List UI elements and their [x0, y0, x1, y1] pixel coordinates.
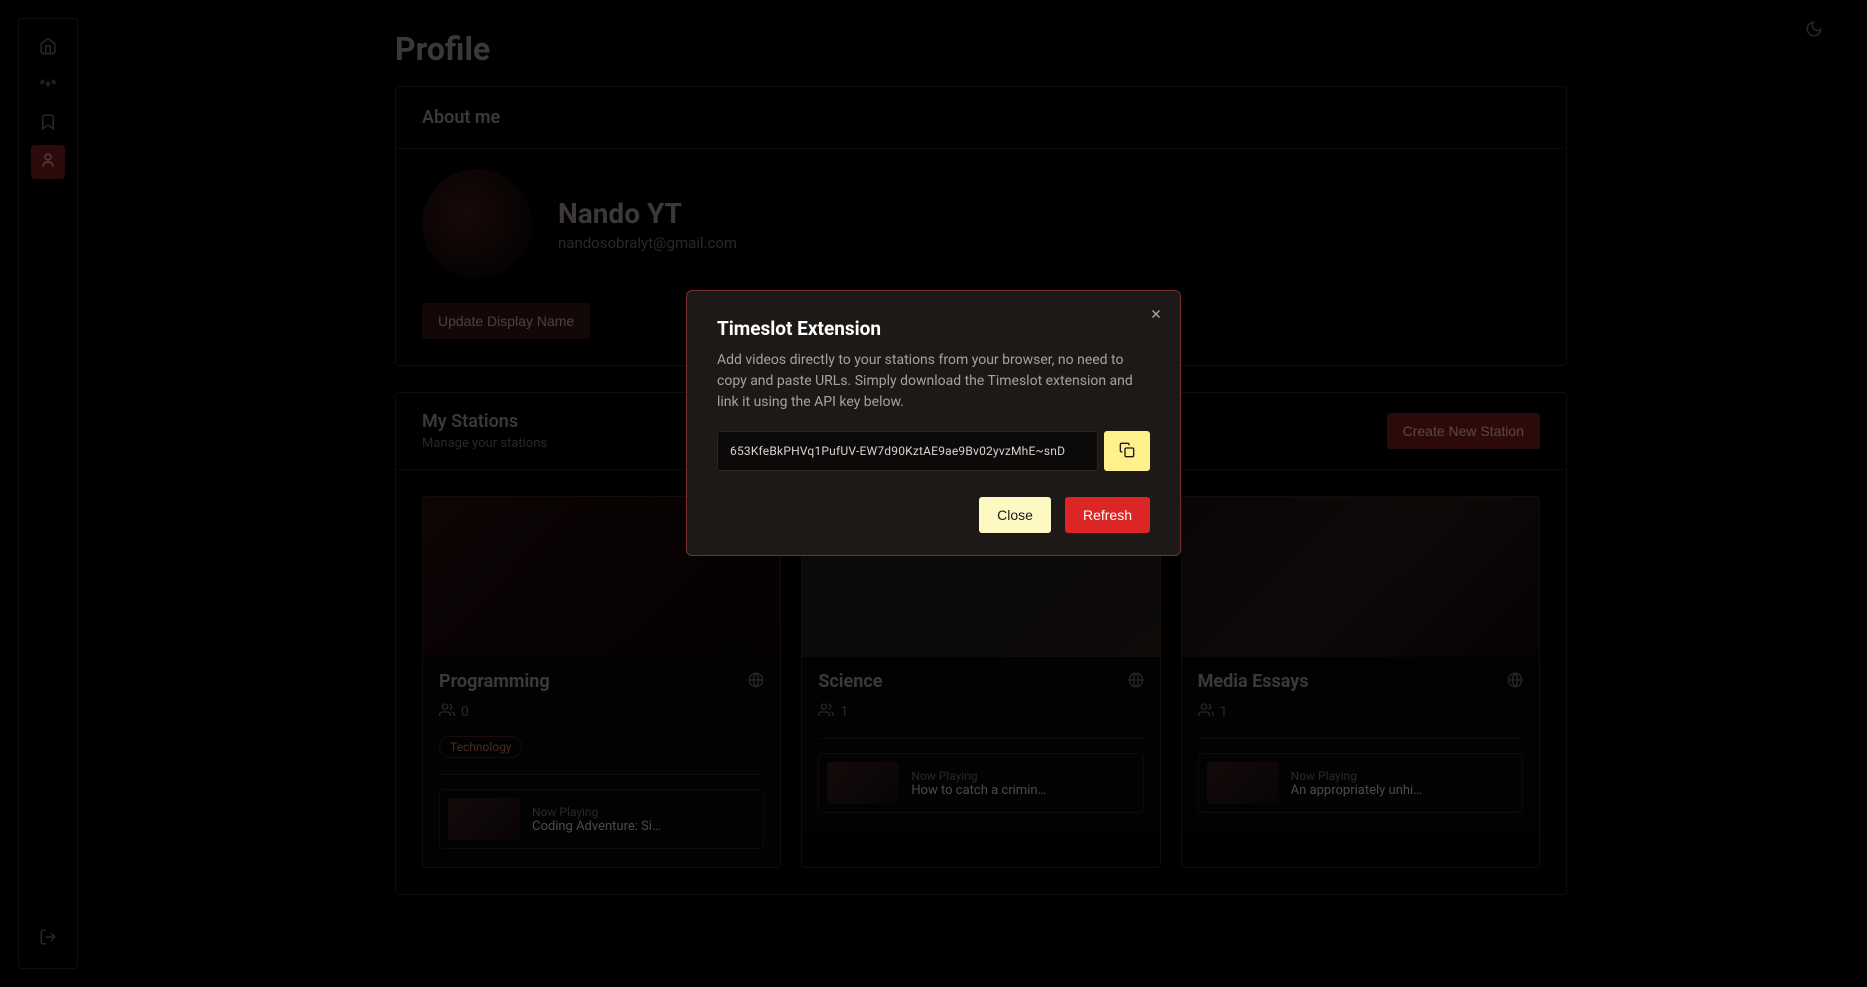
copy-icon — [1119, 442, 1135, 461]
close-icon — [1149, 306, 1163, 325]
close-button[interactable]: Close — [979, 497, 1051, 533]
api-key-row: 653KfeBkPHVq1PufUV-EW7d90KztAE9ae9Bv02yv… — [717, 431, 1150, 471]
api-key-field[interactable]: 653KfeBkPHVq1PufUV-EW7d90KztAE9ae9Bv02yv… — [717, 431, 1098, 471]
copy-button[interactable] — [1104, 431, 1150, 471]
extension-modal: Timeslot Extension Add videos directly t… — [686, 290, 1181, 556]
modal-overlay[interactable]: Timeslot Extension Add videos directly t… — [0, 0, 1867, 987]
modal-close-button[interactable] — [1146, 305, 1166, 325]
modal-title: Timeslot Extension — [717, 317, 1150, 340]
modal-description: Add videos directly to your stations fro… — [717, 350, 1150, 413]
modal-actions: Close Refresh — [717, 497, 1150, 533]
refresh-button[interactable]: Refresh — [1065, 497, 1150, 533]
